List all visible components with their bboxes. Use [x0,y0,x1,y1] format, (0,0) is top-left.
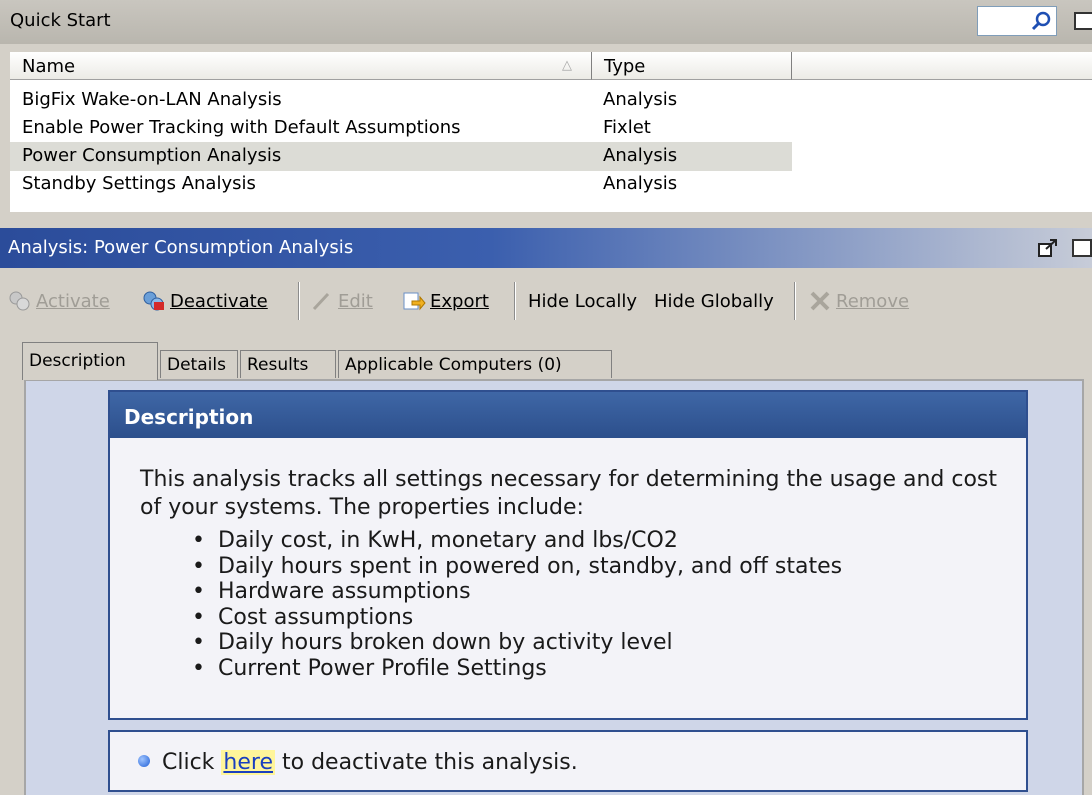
description-intro: This analysis tracks all settings necess… [140,467,998,520]
activate-button[interactable]: Activate [8,286,110,316]
analysis-header: Analysis: Power Consumption Analysis [0,228,1092,268]
action-text: Click here to deactivate this analysis. [162,750,578,775]
quick-start-title: Quick Start [10,10,111,31]
tab-results[interactable]: Results [240,350,336,378]
toolbar-separator [298,282,300,320]
toolbar-separator [794,282,796,320]
export-icon [403,292,426,311]
column-header-blank [792,52,1092,80]
list-item-selected[interactable]: Power Consumption Analysis Analysis [10,142,792,171]
maximize-icon[interactable] [1074,12,1092,30]
deactivate-link[interactable]: here [221,750,275,775]
list-item: Current Power Profile Settings [192,656,842,682]
edit-button[interactable]: Edit [310,286,373,316]
list-item[interactable]: Enable Power Tracking with Default Assum… [10,114,792,143]
maximize-icon[interactable] [1072,239,1092,257]
description-heading: Description [110,392,1026,438]
tab-description[interactable]: Description [22,342,158,380]
hide-locally-button[interactable]: Hide Locally [528,286,637,316]
export-button[interactable]: Export [402,286,489,316]
toolbar-separator [514,282,516,320]
close-icon [810,291,830,311]
list-item[interactable]: BigFix Wake-on-LAN Analysis Analysis [10,86,792,115]
description-bullet-list: Daily cost, in KwH, monetary and lbs/CO2… [192,528,842,681]
list-item: Daily hours broken down by activity leve… [192,630,842,656]
list-item: Daily cost, in KwH, monetary and lbs/CO2 [192,528,842,554]
list-item: Hardware assumptions [192,579,842,605]
sort-ascending-icon: △ [562,58,572,73]
tab-applicable-computers[interactable]: Applicable Computers (0) [338,350,612,378]
list-item[interactable]: Standby Settings Analysis Analysis [10,170,792,199]
quick-start-list: Name △ Type BigFix Wake-on-LAN Analysis … [10,52,1092,212]
bullet-icon [138,755,150,767]
deactivate-icon [143,291,164,311]
search-icon[interactable] [1030,10,1052,32]
hide-globally-button[interactable]: Hide Globally [654,286,774,316]
quick-start-header: Quick Start [0,0,1092,44]
pencil-icon [312,292,330,311]
list-item: Daily hours spent in powered on, standby… [192,554,842,580]
column-header-type[interactable]: Type [592,52,792,80]
column-header-name[interactable]: Name △ [10,52,592,80]
activate-icon [9,291,30,311]
analysis-title: Analysis: Power Consumption Analysis [8,237,354,258]
search-input[interactable] [977,6,1057,36]
analysis-toolbar: Activate Deactivate Edit Export Hide Loc… [8,280,938,322]
undock-icon[interactable] [1038,239,1058,257]
remove-button[interactable]: Remove [808,286,909,316]
list-item: Cost assumptions [192,605,842,631]
action-box: Click here to deactivate this analysis. [108,730,1028,792]
deactivate-button[interactable]: Deactivate [142,286,268,316]
description-box: Description This analysis tracks all set… [108,390,1028,720]
tab-details[interactable]: Details [160,350,238,378]
